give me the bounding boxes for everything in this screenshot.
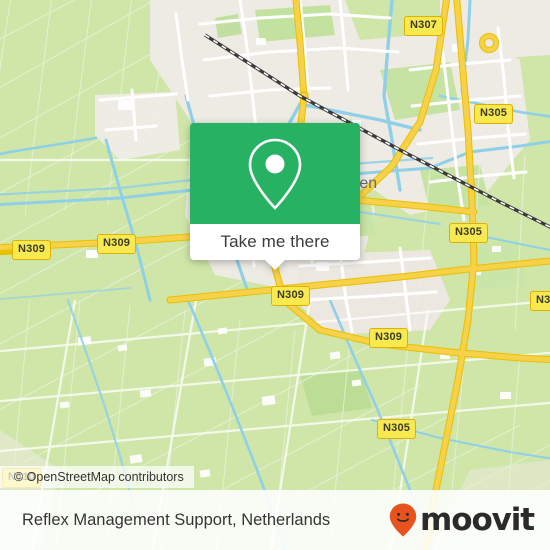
moovit-wordmark: moovit xyxy=(420,501,535,538)
road-shield-n305: N305 xyxy=(474,104,514,124)
road-shield-n309: N309 xyxy=(12,240,52,260)
footer-bar: Reflex Management Support, Netherlands m… xyxy=(0,490,550,550)
moovit-logo[interactable]: moovit xyxy=(388,501,535,538)
road-shield-n305: N305 xyxy=(377,419,417,439)
osm-attribution-text: © OpenStreetMap contributors xyxy=(14,470,184,484)
location-title: Reflex Management Support, Netherlands xyxy=(22,510,331,529)
road-shield-n309: N309 xyxy=(271,286,311,306)
popup-header xyxy=(190,123,360,224)
map-pin-icon xyxy=(248,138,302,210)
road-shield-n305: N305 xyxy=(449,223,489,243)
road-shield-n307: N307 xyxy=(404,16,444,36)
popup-tail xyxy=(264,259,286,270)
popup-footer[interactable]: Take me there xyxy=(190,224,360,270)
moovit-pin-icon xyxy=(389,503,417,537)
map-canvas[interactable]: nten N307N305N309N309N305N309N305N309N30… xyxy=(0,0,550,550)
road-shield-n305: N305 xyxy=(530,291,550,311)
map-screenshot: nten N307N305N309N309N305N309N305N309N30… xyxy=(0,0,550,550)
road-shield-n309: N309 xyxy=(97,234,137,254)
road-shield-n309: N309 xyxy=(369,328,409,348)
destination-popup[interactable]: Take me there xyxy=(190,123,360,270)
osm-attribution[interactable]: © OpenStreetMap contributors xyxy=(0,466,194,488)
take-me-there-label: Take me there xyxy=(220,232,330,251)
